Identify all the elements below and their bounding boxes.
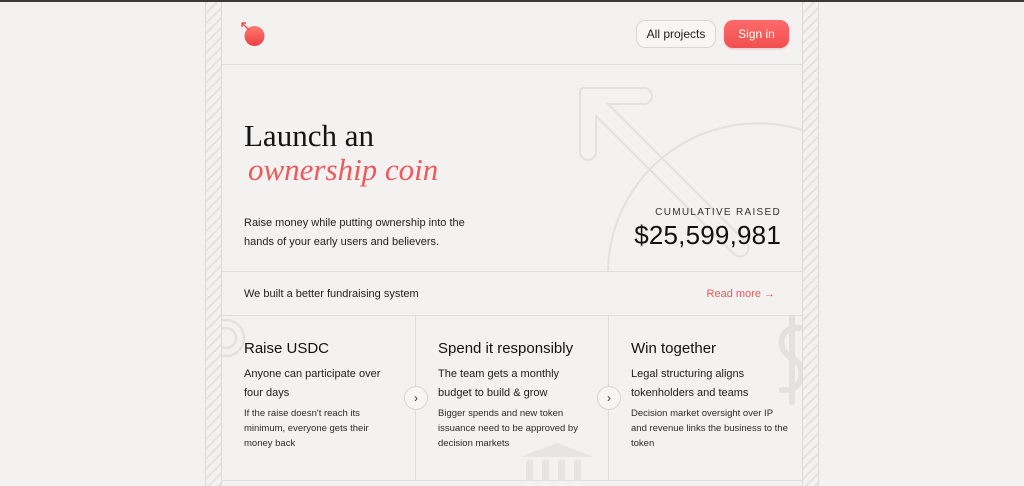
feature-card-raise-usdc: Raise USDC Anyone can participate over f… — [222, 316, 415, 481]
all-projects-button[interactable]: All projects — [636, 20, 716, 48]
site-header: All projects Sign in — [222, 2, 802, 65]
feature-description: If the raise doesn't reach its minimum, … — [244, 408, 369, 449]
read-more-link[interactable]: Read more → — [707, 288, 775, 300]
banner-text: We built a better fundraising system — [244, 288, 419, 300]
sign-in-button[interactable]: Sign in — [724, 20, 789, 48]
feature-description: Bigger spends and new token issuance nee… — [438, 408, 578, 449]
features-row: Raise USDC Anyone can participate over f… — [222, 316, 802, 481]
page-container: All projects Sign in Launch an ownership… — [222, 2, 802, 486]
hero-description: Raise money while putting ownership into… — [244, 217, 465, 248]
feature-title: Spend it responsibly — [438, 340, 574, 357]
arrow-coin-logo-icon[interactable] — [240, 20, 266, 48]
cumulative-raised-label: CUMULATIVE RAISED — [655, 207, 781, 218]
feature-subtitle: Anyone can participate over four days — [244, 368, 381, 399]
left-decorative-rail — [205, 2, 222, 486]
feature-title: Win together — [631, 340, 717, 357]
cumulative-raised-value: $25,599,981 — [634, 220, 781, 250]
feature-subtitle: Legal structuring aligns tokenholders an… — [631, 368, 749, 399]
feature-card-win-together: Win together Legal structuring aligns to… — [608, 316, 802, 481]
feature-description: Decision market oversight over IP and re… — [631, 408, 788, 449]
fundraising-banner: We built a better fundraising system Rea… — [222, 271, 802, 316]
feature-card-spend-responsibly: Spend it responsibly The team gets a mon… — [415, 316, 608, 481]
hero-title-line1: Launch an — [244, 118, 374, 153]
hero-title: Launch an ownership coin — [244, 119, 438, 187]
hero-title-accent: ownership coin — [248, 152, 439, 187]
next-step-arrow-icon[interactable]: › — [404, 386, 428, 410]
feature-subtitle: The team gets a monthly budget to build … — [438, 368, 560, 399]
feature-title: Raise USDC — [244, 340, 330, 357]
right-decorative-rail — [802, 2, 819, 486]
next-step-arrow-icon[interactable]: › — [597, 386, 621, 410]
